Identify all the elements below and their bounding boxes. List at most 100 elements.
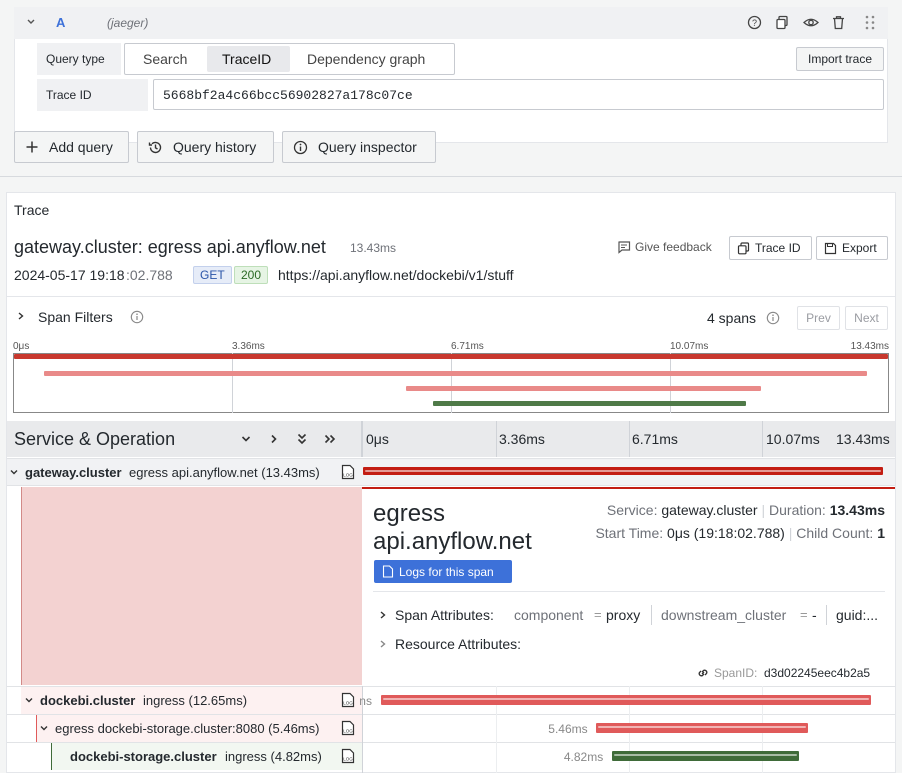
service-value: gateway.cluster [661,502,758,518]
give-feedback-link[interactable]: Give feedback [617,240,712,254]
timeline-header-title: Service & Operation [14,429,176,449]
panel-title: Trace [14,202,50,218]
svg-text:LOG: LOG [343,701,353,706]
span-detail-operation: egress api.anyflow.net [373,500,532,555]
logs-icon[interactable]: LOG [341,748,355,764]
save-icon [824,242,837,255]
column-divider[interactable] [361,421,363,457]
service-label: Service: [606,502,658,518]
double-chevron-right-icon[interactable] [323,433,337,445]
minimap-tick: 6.71ms [451,341,484,352]
copy-icon [737,241,750,255]
span-id-label: SpanID: [714,666,758,680]
next-button[interactable]: Next [845,306,888,330]
timeline-tick: 13.43ms [836,431,890,447]
span-service-name[interactable]: dockebi-storage.cluster [70,749,217,764]
svg-text:LOG: LOG [343,757,353,762]
span-bar-label: ns [359,694,372,708]
chevron-right-icon[interactable] [378,639,388,649]
span-bar[interactable] [380,695,871,705]
prev-button[interactable]: Prev [797,306,840,330]
chevron-down-icon[interactable] [9,467,19,477]
child-count-value: 1 [877,525,885,541]
minimap-span-bar [432,401,747,406]
chevron-down-icon[interactable] [39,723,49,733]
span-operation-name[interactable]: ingress (12.65ms) [143,693,247,708]
info-icon [130,310,144,324]
timeline-gridline [762,421,763,457]
logs-icon[interactable]: LOG [341,720,355,736]
timeline-gridline [629,421,630,457]
span-attributes-label[interactable]: Span Attributes: [395,607,494,623]
query-letter: A [56,15,66,30]
trace-id-button[interactable]: Trace ID [729,236,812,260]
trace-url: https://api.anyflow.net/dockebi/v1/stuff [278,267,514,283]
link-icon[interactable] [696,666,710,680]
export-button[interactable]: Export [816,236,888,260]
give-feedback-label: Give feedback [635,240,712,254]
comment-icon [617,240,631,254]
svg-text:?: ? [752,18,757,28]
minimap-span-bar [43,371,867,376]
attr-separator [826,605,827,625]
span-operation-name[interactable]: egress dockebi-storage.cluster:8080 (5.4… [55,721,319,736]
span-id-value: d3d02245eec4b2a5 [764,666,871,680]
add-query-button[interactable]: Add query [14,131,129,163]
span-bar-self-time [598,726,806,728]
query-type-dependency-graph[interactable]: Dependency graph [307,51,425,67]
span-bar[interactable] [612,751,799,761]
http-status-tag: 200 [234,266,269,284]
attr-equals: = [594,607,602,622]
drag-handle-icon[interactable] [864,15,876,30]
import-trace-button[interactable]: Import trace [796,47,884,71]
info-icon [766,311,780,325]
span-detail-meta-2: Start Time: 0μs (19:18:02.788) | Child C… [595,525,885,541]
chevron-right-icon[interactable] [268,433,280,445]
attr-value: proxy [606,607,641,623]
logs-icon [382,565,394,578]
import-trace-label: Import trace [807,52,873,66]
span-service-name[interactable]: dockebi.cluster [40,693,135,708]
trace-minimap[interactable]: 0μs 3.36ms 6.71ms 10.07ms 13.43ms [13,341,889,413]
span-bar-self-time [365,470,881,472]
query-history-button[interactable]: Query history [137,131,274,163]
span-service-name[interactable]: gateway.cluster [25,465,122,480]
http-method-tag: GET [193,266,232,284]
duplicate-icon[interactable] [775,15,790,30]
span-bar-label: 4.82ms [563,750,604,764]
prev-label: Prev [806,311,831,325]
span-bar[interactable] [596,723,808,733]
minimap-tick: 3.36ms [232,341,265,352]
minimap-tick: 0μs [13,341,30,352]
minimap-span-bar [14,354,888,359]
span-operation-name[interactable]: ingress (4.82ms) [225,749,322,764]
minimap-span-bar [406,386,762,391]
span-operation-name[interactable]: egress api.anyflow.net (13.43ms) [129,465,320,480]
help-icon[interactable]: ? [747,15,762,30]
span-bar-self-time [614,754,797,756]
collapse-chevron-icon[interactable] [24,15,38,29]
span-detail-meta: Service: gateway.cluster | Duration: 13.… [606,502,885,518]
query-type-traceid[interactable]: TraceID [222,51,271,67]
resource-attributes-label[interactable]: Resource Attributes: [395,636,521,652]
timeline-gridline [496,421,497,457]
trash-icon[interactable] [831,15,846,30]
query-type-search[interactable]: Search [143,51,187,67]
eye-icon[interactable] [803,15,819,30]
query-inspector-button[interactable]: Query inspector [282,131,436,163]
span-count: 4 spans [707,310,757,326]
query-inspector-label: Query inspector [318,139,417,155]
logs-icon[interactable]: LOG [341,692,355,708]
trace-id-button-label: Trace ID [755,241,801,255]
chevron-right-icon[interactable] [378,610,388,620]
chevron-right-icon[interactable] [16,311,26,321]
double-chevron-down-icon[interactable] [296,432,308,446]
chevron-down-icon[interactable] [24,695,34,705]
attr-value: - [812,607,817,623]
chevron-down-icon[interactable] [240,433,252,445]
span-filters-label[interactable]: Span Filters [38,309,113,325]
logs-for-span-button[interactable]: Logs for this span [374,560,512,583]
logs-icon[interactable]: LOG [341,464,355,480]
datasource-name: (jaeger) [107,16,149,30]
span-detail-left-pane [21,487,362,685]
